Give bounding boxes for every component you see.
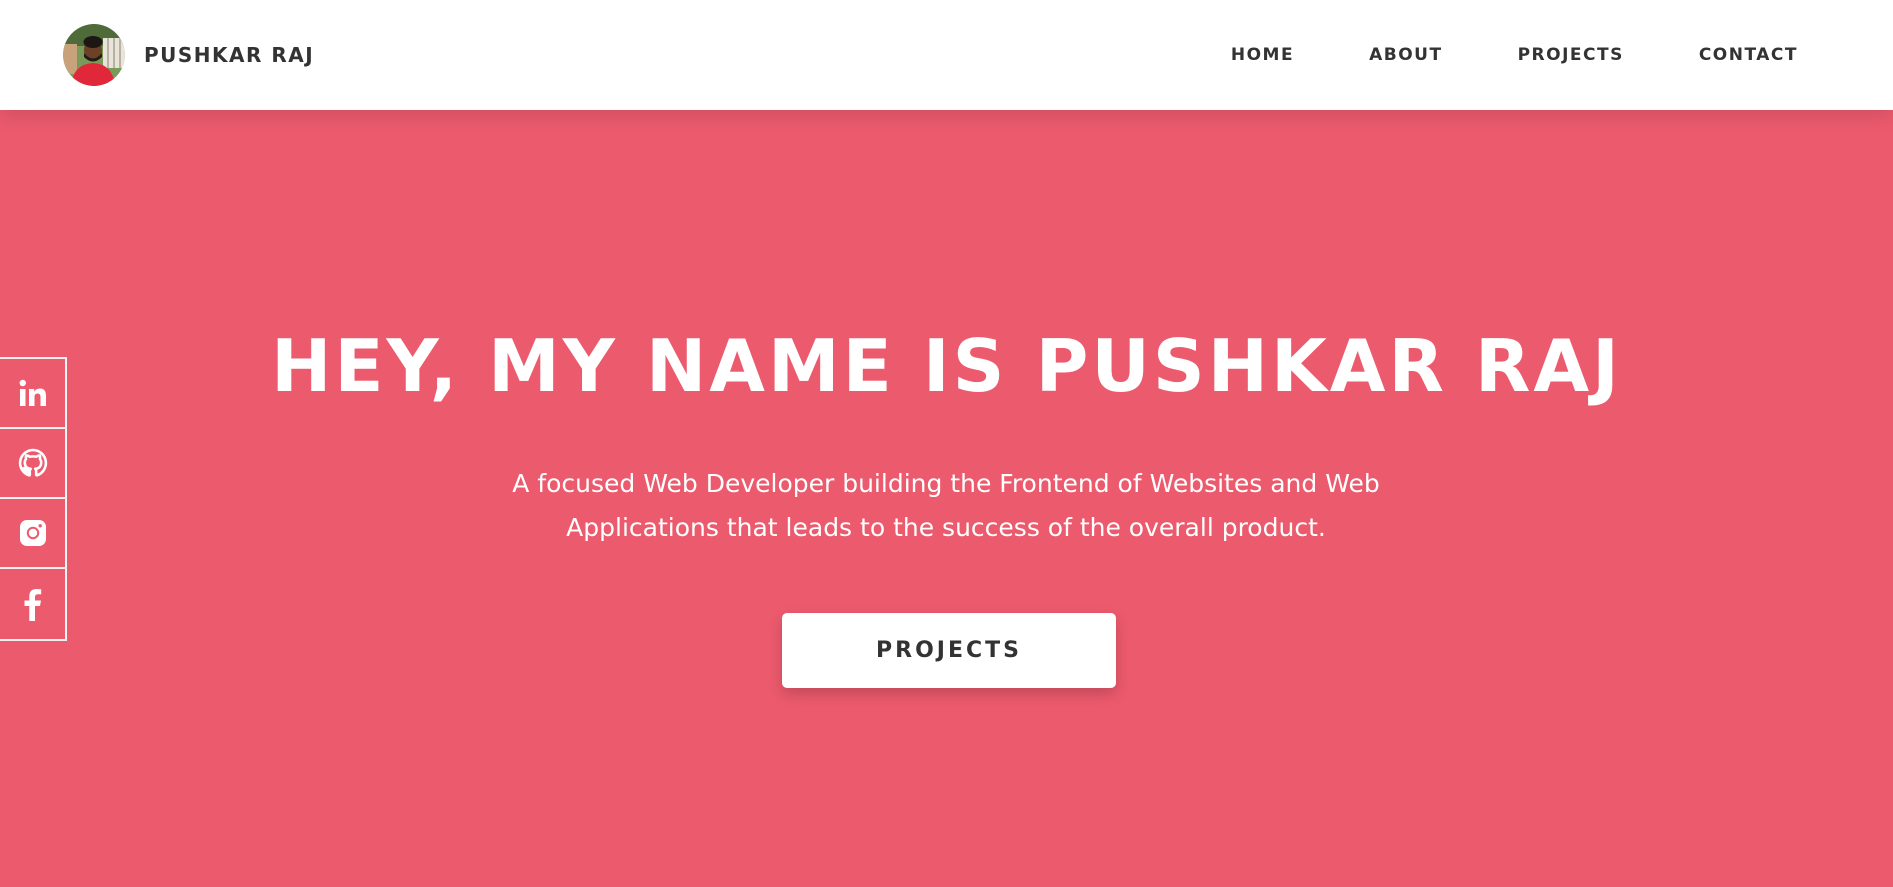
avatar-photo bbox=[63, 24, 125, 86]
social-link-github[interactable] bbox=[0, 429, 65, 499]
social-link-facebook[interactable] bbox=[0, 569, 65, 639]
instagram-icon bbox=[18, 518, 48, 548]
brand-name: PUSHKAR RAJ bbox=[144, 43, 315, 67]
facebook-icon bbox=[18, 587, 48, 621]
page: PUSHKAR RAJ HOME ABOUT PROJECTS CONTACT … bbox=[0, 0, 1893, 887]
nav-link-contact[interactable]: CONTACT bbox=[1699, 45, 1798, 65]
hero-section: HEY, MY NAME IS PUSHKAR RAJ A focused We… bbox=[0, 110, 1893, 887]
social-link-instagram[interactable] bbox=[0, 499, 65, 569]
brand[interactable]: PUSHKAR RAJ bbox=[63, 24, 314, 86]
nav-link-projects[interactable]: PROJECTS bbox=[1518, 45, 1624, 65]
main-nav: HOME ABOUT PROJECTS CONTACT bbox=[1156, 45, 1798, 65]
projects-button[interactable]: PROJECTS bbox=[782, 613, 1116, 688]
hero-title: HEY, MY NAME IS PUSHKAR RAJ bbox=[271, 324, 1622, 408]
linkedin-icon bbox=[18, 378, 48, 408]
social-sidebar bbox=[0, 357, 67, 641]
hero-description: A focused Web Developer building the Fro… bbox=[512, 469, 1380, 542]
social-link-linkedin[interactable] bbox=[0, 359, 65, 429]
site-header: PUSHKAR RAJ HOME ABOUT PROJECTS CONTACT bbox=[0, 0, 1893, 110]
github-icon bbox=[18, 448, 48, 478]
avatar bbox=[63, 24, 125, 86]
nav-link-home[interactable]: HOME bbox=[1231, 45, 1294, 65]
nav-link-about[interactable]: ABOUT bbox=[1369, 45, 1442, 65]
